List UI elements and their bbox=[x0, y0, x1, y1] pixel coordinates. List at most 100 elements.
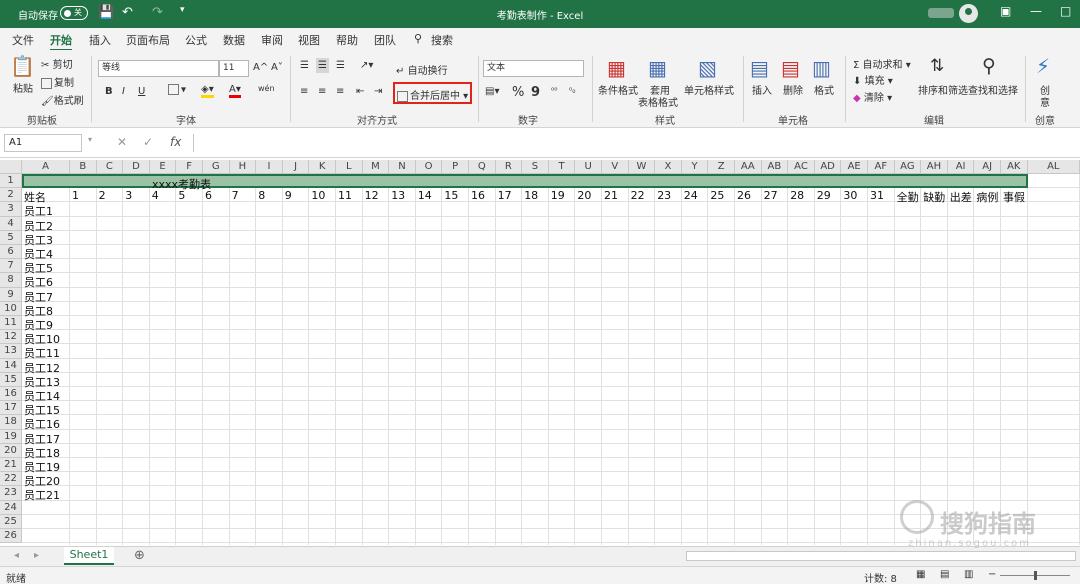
header-cell[interactable]: 12 bbox=[365, 189, 379, 202]
row-header-2[interactable]: 2 bbox=[0, 188, 22, 203]
row-header-21[interactable]: 21 bbox=[0, 458, 22, 473]
cancel-icon[interactable]: ✕ bbox=[117, 135, 127, 149]
column-header-o[interactable]: O bbox=[415, 160, 443, 174]
header-cell[interactable]: 出差 bbox=[950, 189, 972, 205]
row-header-17[interactable]: 17 bbox=[0, 401, 22, 416]
column-header-al[interactable]: AL bbox=[1027, 160, 1080, 174]
row-header-26[interactable]: 26 bbox=[0, 529, 22, 544]
page-layout-view-icon[interactable]: ▤ bbox=[940, 569, 949, 580]
cut-button[interactable]: ✂ 剪切 bbox=[41, 56, 73, 71]
font-name-select[interactable]: 等线 bbox=[98, 60, 219, 77]
column-header-r[interactable]: R bbox=[495, 160, 523, 174]
column-header-f[interactable]: F bbox=[176, 160, 203, 174]
align-left-icon[interactable]: ≡ bbox=[300, 86, 308, 97]
header-cell[interactable]: 18 bbox=[524, 189, 538, 202]
insert-cells-button[interactable]: 插入 bbox=[752, 82, 772, 97]
comma-button[interactable]: 9 bbox=[531, 85, 540, 100]
maximize-icon[interactable]: □ bbox=[1060, 4, 1071, 18]
column-header-ai[interactable]: AI bbox=[947, 160, 975, 174]
header-cell[interactable]: 26 bbox=[737, 189, 751, 202]
sheet-tab-sheet1[interactable]: Sheet1 bbox=[64, 547, 114, 565]
column-header-q[interactable]: Q bbox=[469, 160, 496, 174]
header-cell[interactable]: 27 bbox=[764, 189, 778, 202]
row-header-5[interactable]: 5 bbox=[0, 230, 22, 245]
column-header-v[interactable]: V bbox=[602, 160, 629, 174]
namebox-dropdown-icon[interactable]: ▾ bbox=[88, 135, 92, 144]
row-header-10[interactable]: 10 bbox=[0, 301, 22, 316]
row-header-16[interactable]: 16 bbox=[0, 387, 22, 402]
column-header-t[interactable]: T bbox=[548, 160, 576, 174]
tab-home[interactable]: 开始 bbox=[50, 32, 72, 52]
column-header-ab[interactable]: AB bbox=[761, 160, 789, 174]
font-size-select[interactable]: 11 bbox=[219, 60, 249, 77]
row-header-8[interactable]: 8 bbox=[0, 273, 22, 288]
column-header-b[interactable]: B bbox=[70, 160, 97, 174]
autosum-button[interactable]: Σ 自动求和 ▾ bbox=[853, 56, 911, 71]
column-header-aa[interactable]: AA bbox=[735, 160, 762, 174]
tab-view[interactable]: 视图 bbox=[298, 32, 320, 48]
header-cell[interactable]: 3 bbox=[125, 189, 132, 202]
font-color-button[interactable]: A▾ bbox=[229, 84, 241, 98]
header-cell[interactable]: 31 bbox=[870, 189, 884, 202]
conditional-format-button[interactable]: 条件格式 bbox=[598, 82, 638, 97]
header-cell[interactable]: 事假 bbox=[1003, 189, 1025, 205]
zoom-out-icon[interactable]: − bbox=[988, 569, 996, 580]
column-header-ae[interactable]: AE bbox=[841, 160, 868, 174]
name-box[interactable]: A1 bbox=[4, 134, 82, 152]
increase-decimal-icon[interactable]: ⁰⁰ bbox=[551, 86, 557, 95]
row-header-22[interactable]: 22 bbox=[0, 472, 22, 487]
bold-button[interactable]: B bbox=[105, 86, 113, 97]
column-header-p[interactable]: P bbox=[442, 160, 469, 174]
normal-view-icon[interactable]: ▦ bbox=[916, 569, 925, 580]
header-cell[interactable]: 16 bbox=[471, 189, 485, 202]
header-cell[interactable]: 病例 bbox=[976, 189, 998, 205]
decrease-decimal-icon[interactable]: ⁰₀ bbox=[569, 86, 575, 95]
delete-cells-button[interactable]: 删除 bbox=[783, 82, 803, 97]
select-all-corner[interactable] bbox=[0, 160, 22, 174]
column-header-ac[interactable]: AC bbox=[788, 160, 815, 174]
header-cell[interactable]: 9 bbox=[285, 189, 292, 202]
header-cell[interactable]: 8 bbox=[258, 189, 265, 202]
paste-icon[interactable]: 📋 bbox=[10, 54, 35, 78]
row-header-6[interactable]: 6 bbox=[0, 245, 22, 260]
row-header-9[interactable]: 9 bbox=[0, 287, 22, 302]
tab-data[interactable]: 数据 bbox=[223, 32, 245, 48]
format-painter-button[interactable]: 🖌格式刷 bbox=[41, 92, 84, 107]
align-middle-icon[interactable]: ☰ bbox=[316, 58, 329, 73]
row-header-24[interactable]: 24 bbox=[0, 500, 22, 515]
fill-color-icon[interactable]: ◈▾ bbox=[201, 84, 214, 98]
row-header-19[interactable]: 19 bbox=[0, 429, 22, 444]
format-cells-button[interactable]: 格式 bbox=[814, 82, 834, 97]
currency-icon[interactable]: ▤▾ bbox=[485, 86, 499, 97]
header-cell[interactable]: 20 bbox=[577, 189, 591, 202]
header-cell[interactable]: 23 bbox=[657, 189, 671, 202]
cell-styles-button[interactable]: 单元格样式 bbox=[684, 82, 734, 97]
column-header-e[interactable]: E bbox=[149, 160, 177, 174]
row-header-4[interactable]: 4 bbox=[0, 216, 22, 231]
header-cell[interactable]: 13 bbox=[391, 189, 405, 202]
worksheet-grid[interactable]: A B C D E F G H I J K L M N O P Q R S T U V W X Y Z AA AB AC AD AE AF AG… bbox=[0, 160, 1080, 545]
header-cell[interactable]: 28 bbox=[790, 189, 804, 202]
row-header-3[interactable]: 3 bbox=[0, 202, 22, 217]
tab-insert[interactable]: 插入 bbox=[89, 32, 111, 48]
align-top-icon[interactable]: ☰ bbox=[300, 60, 309, 71]
tab-help[interactable]: 帮助 bbox=[336, 32, 358, 48]
header-cell[interactable]: 30 bbox=[843, 189, 857, 202]
tab-team[interactable]: 团队 bbox=[374, 32, 396, 48]
header-cell[interactable]: 7 bbox=[232, 189, 239, 202]
column-header-a[interactable]: A bbox=[22, 160, 70, 174]
header-cell[interactable]: 14 bbox=[418, 189, 432, 202]
row-header-12[interactable]: 12 bbox=[0, 330, 22, 345]
column-header-g[interactable]: G bbox=[203, 160, 230, 174]
paste-button[interactable]: 粘贴 bbox=[13, 80, 33, 95]
row-header-13[interactable]: 13 bbox=[0, 344, 22, 359]
column-header-n[interactable]: N bbox=[389, 160, 416, 174]
decrease-indent-icon[interactable]: ⇤ bbox=[356, 86, 364, 97]
copy-button[interactable]: 复制 bbox=[41, 74, 74, 89]
row-header-14[interactable]: 14 bbox=[0, 358, 22, 373]
row-header-25[interactable]: 25 bbox=[0, 514, 22, 529]
next-sheet-icon[interactable]: ▸ bbox=[34, 550, 39, 561]
header-cell[interactable]: 21 bbox=[604, 189, 618, 202]
column-header-z[interactable]: Z bbox=[708, 160, 735, 174]
align-bottom-icon[interactable]: ☰ bbox=[336, 60, 345, 71]
